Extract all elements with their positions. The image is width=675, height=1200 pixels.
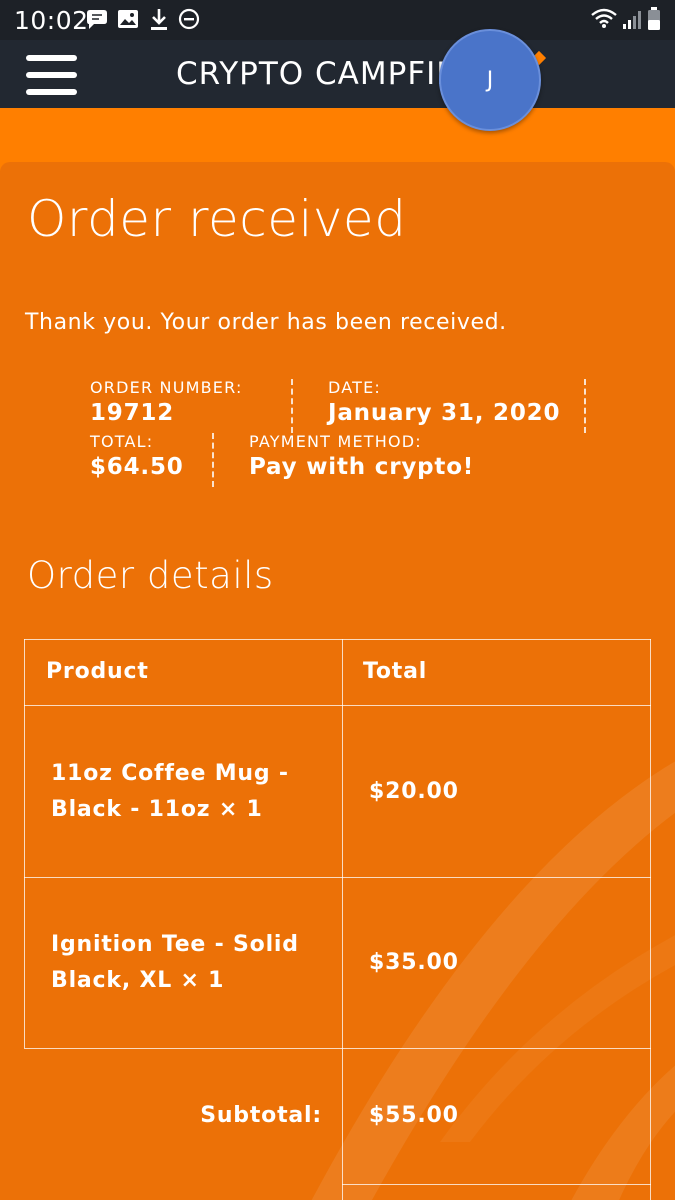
order-card: Order received Thank you. Your order has… (0, 162, 675, 1200)
payment-method-value: Pay with crypto! (249, 454, 475, 480)
download-icon (149, 8, 169, 36)
order-number-label: ORDER NUMBER: (90, 378, 243, 397)
product-name-line[interactable]: Black, XL × 1 (51, 963, 224, 999)
wifi-icon (590, 7, 618, 33)
product-total: $35.00 (369, 950, 459, 975)
subtotal-value: $55.00 (369, 1103, 459, 1128)
column-header-total: Total (363, 659, 428, 684)
table-border (24, 877, 651, 878)
battery-icon (647, 7, 661, 35)
order-details-heading: Order details (27, 554, 274, 597)
chat-bubble-icon (84, 9, 110, 35)
table-border (24, 1048, 651, 1049)
total-value: $64.50 (90, 454, 184, 480)
page-title: Order received (27, 190, 407, 248)
date-value: January 31, 2020 (328, 400, 561, 426)
overview-divider (212, 433, 214, 487)
table-border (342, 1184, 651, 1185)
thank-you-message: Thank you. Your order has been received. (25, 310, 507, 335)
status-bar: 10:02 (0, 0, 675, 40)
payment-method-label: PAYMENT METHOD: (249, 432, 422, 451)
image-icon (117, 8, 139, 34)
signal-icon (622, 8, 642, 34)
overview-divider (291, 379, 293, 433)
status-time: 10:02 (14, 6, 89, 35)
product-total: $20.00 (369, 779, 459, 804)
order-number-value: 19712 (90, 400, 175, 426)
table-border (24, 639, 651, 640)
column-header-product: Product (46, 659, 149, 684)
avatar[interactable]: J (439, 29, 541, 131)
hamburger-menu-icon[interactable] (26, 55, 77, 96)
overview-divider (584, 379, 586, 433)
date-label: DATE: (328, 378, 382, 397)
product-name-line[interactable]: 11oz Coffee Mug - (51, 756, 289, 792)
total-label: TOTAL: (90, 432, 154, 451)
do-not-disturb-icon (178, 8, 200, 34)
table-border (24, 705, 651, 706)
subtotal-label: Subtotal: (200, 1103, 322, 1128)
table-border (24, 639, 25, 1048)
table-border (342, 639, 343, 1200)
table-border (650, 639, 651, 1200)
site-title[interactable]: CRYPTO CAMPFIRE (176, 56, 466, 92)
product-name-line[interactable]: Ignition Tee - Solid (51, 927, 299, 963)
site-header: CRYPTO CAMPFIRE (0, 40, 675, 108)
product-name-line[interactable]: Black - 11oz × 1 (51, 792, 263, 828)
